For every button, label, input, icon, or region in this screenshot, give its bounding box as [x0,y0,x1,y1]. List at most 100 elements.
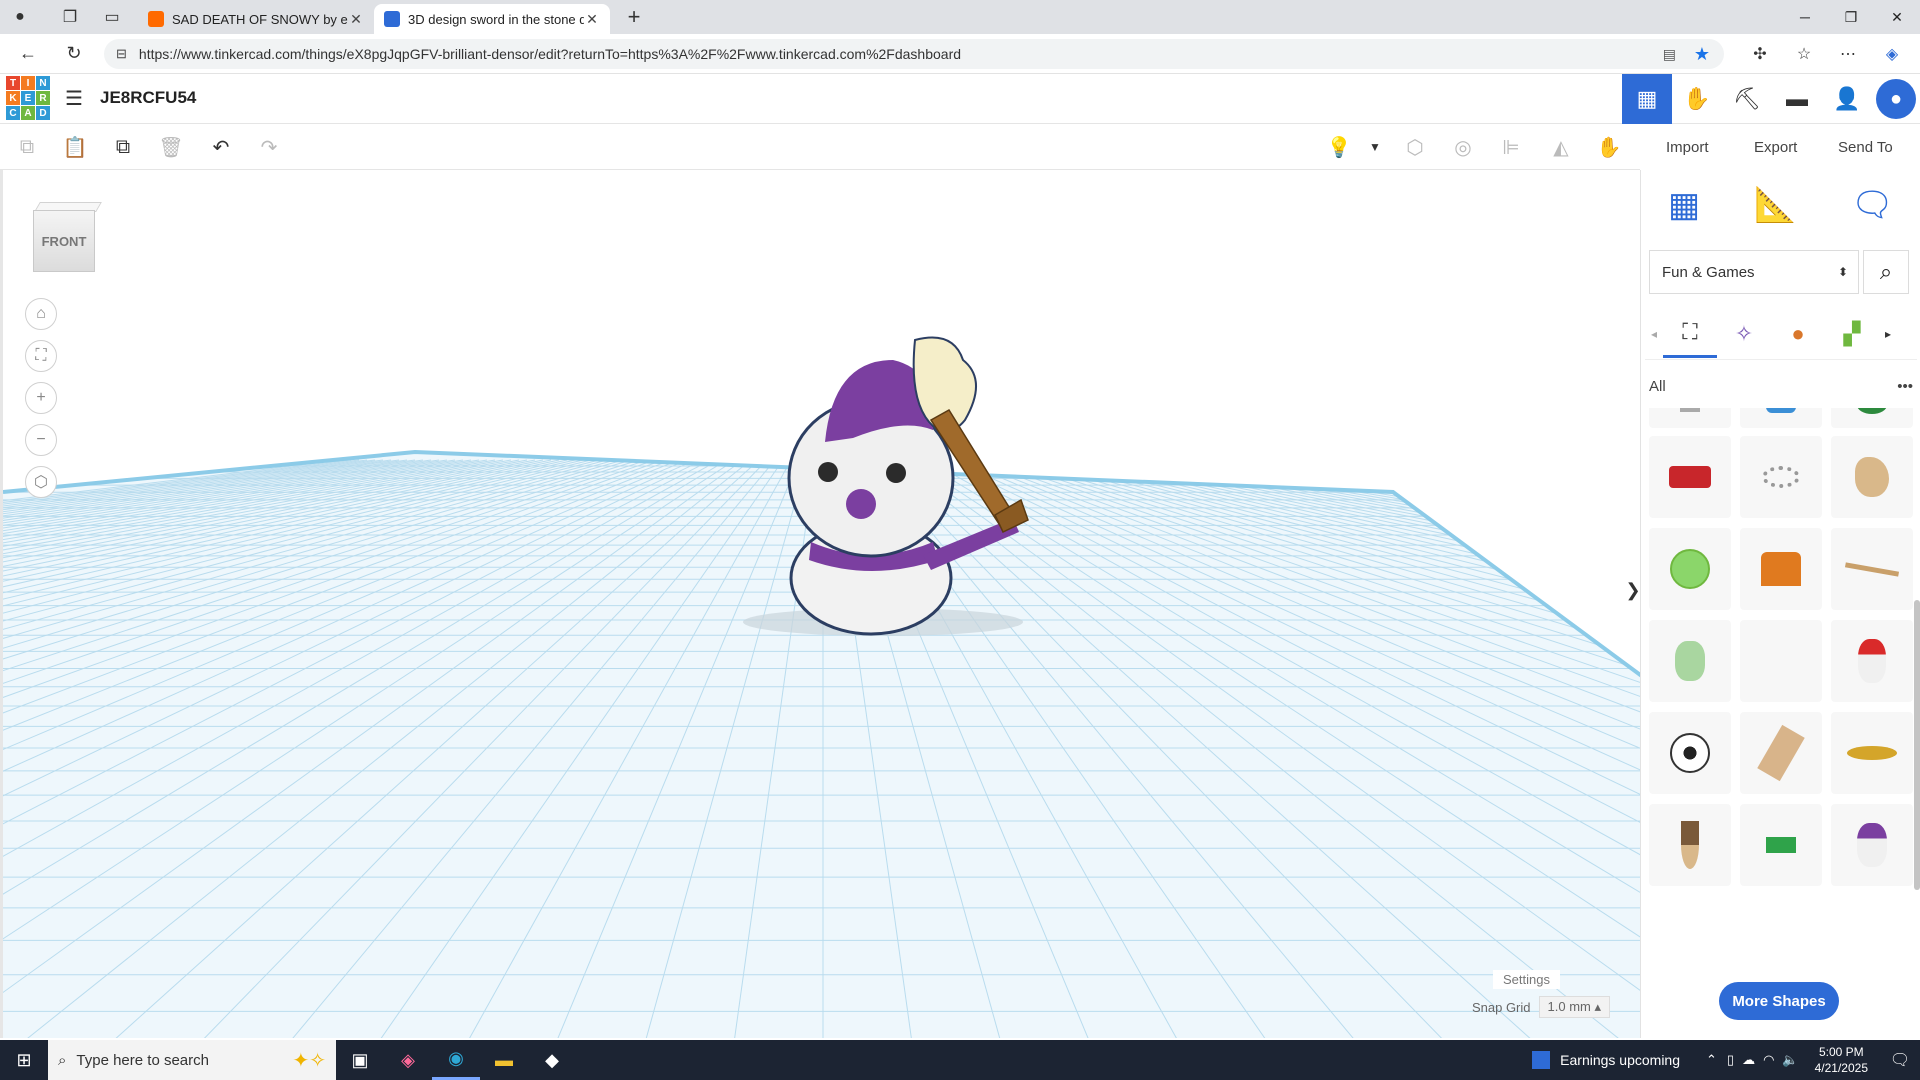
lessons-briefcase-icon[interactable]: ▬ [1772,74,1822,124]
shape-tile[interactable] [1831,804,1913,886]
ungroup-icon[interactable]: ◎ [1448,132,1478,162]
workspaces-icon[interactable]: ❐ [56,3,84,31]
tray-device-icon[interactable]: ▯ [1727,1052,1734,1068]
delete-icon[interactable]: 🗑 [156,132,186,162]
shape-tile[interactable] [1831,436,1913,518]
view-cube[interactable]: FRONT [33,202,102,274]
tab-sports[interactable]: ▞ [1825,310,1879,358]
notes-icon[interactable]: 🗨 [1851,185,1894,225]
profile-icon[interactable]: ● [6,3,34,31]
tray-chevron-icon[interactable]: ⌃ [1706,1052,1717,1068]
clock[interactable]: 5:00 PM 4/21/2025 [1815,1044,1868,1076]
shape-tile[interactable] [1649,804,1731,886]
mirror-icon[interactable]: ◭ [1546,132,1576,162]
shape-tile[interactable] [1740,620,1822,702]
shape-tile[interactable] [1740,804,1822,886]
url-field[interactable]: ⊟ https://www.tinkercad.com/things/eX8pg… [104,39,1724,69]
redo-icon[interactable]: ↷ [254,132,284,162]
refresh-icon[interactable]: ↻ [56,36,92,72]
send-to-button[interactable]: Send To [1824,132,1907,162]
shape-tile[interactable] [1831,528,1913,610]
taskbar-search[interactable]: ⌕ Type here to search ✦✧ [48,1040,336,1080]
duplicate-icon[interactable]: ⧉ [108,132,138,162]
design-title[interactable]: JE8RCFU54 [100,88,196,108]
shape-tile[interactable] [1831,620,1913,702]
back-icon[interactable]: ← [10,36,46,72]
news-widget[interactable]: Earnings upcoming [1532,1051,1680,1069]
shape-tile[interactable] [1831,712,1913,794]
close-window-icon[interactable]: ✕ [1874,0,1920,34]
start-icon[interactable]: ⊞ [0,1040,48,1080]
paste-icon[interactable]: 📋 [60,132,90,162]
cruise-icon[interactable]: ✋ [1594,132,1624,162]
more-options-icon[interactable]: ⋯ [1830,39,1866,69]
minimize-icon[interactable]: ─ [1782,0,1828,34]
volume-icon[interactable]: 🔈 [1782,1052,1798,1068]
design-list-icon[interactable]: ☰ [62,86,86,110]
blocks-pickaxe-icon[interactable]: ⛏ [1722,74,1772,124]
browser-tab-1[interactable]: SAD DEATH OF SNOWY by epic ra ✕ [138,4,374,34]
onedrive-icon[interactable]: ☁ [1742,1052,1755,1068]
shape-tile[interactable] [1649,408,1731,428]
view-cube-front[interactable]: FRONT [33,210,95,272]
3d-view-grid-icon[interactable]: ▦ [1622,74,1672,124]
site-info-icon[interactable]: ⊟ [116,46,127,62]
shape-tile[interactable] [1649,436,1731,518]
shape-tile[interactable] [1649,620,1731,702]
tinkercad-logo[interactable]: T I N K E R C A D [6,76,50,120]
shape-tile[interactable] [1649,712,1731,794]
shape-category-select[interactable]: Fun & Games ⬍ [1649,250,1859,294]
more-options-icon[interactable]: ••• [1897,378,1913,395]
tab-balls[interactable]: ● [1771,310,1825,358]
shape-tile[interactable] [1740,436,1822,518]
add-user-icon[interactable]: 👤 [1822,74,1872,124]
task-view-icon[interactable]: ▣ [336,1040,384,1080]
close-tab-icon[interactable]: ✕ [584,11,600,28]
export-button[interactable]: Export [1740,132,1811,162]
perspective-icon[interactable]: ⬡ [25,466,57,498]
settings-button[interactable]: Settings [1493,970,1560,989]
avatar[interactable]: ● [1876,79,1916,119]
light-bulb-icon[interactable]: 💡 [1324,132,1354,162]
sim-lab-icon[interactable]: ✋ [1672,74,1722,124]
workplane-viewport[interactable]: FRONT ⌂ ⛶ + − ⬡ Settings Snap Grid 1.0 m… [0,170,1640,1038]
extensions-icon[interactable]: ✣ [1742,39,1778,69]
close-tab-icon[interactable]: ✕ [348,11,364,28]
tab-actions-icon[interactable]: ▭ [98,3,126,31]
zoom-in-icon[interactable]: + [25,382,57,414]
copy-icon[interactable]: ⧉ [12,132,42,162]
dropdown-chevron-icon[interactable]: ▼ [1360,132,1390,162]
new-tab-button[interactable]: + [620,3,648,31]
app-diamond-icon[interactable]: ◆ [528,1040,576,1080]
scroll-left-icon[interactable]: ◂ [1645,310,1663,358]
home-view-icon[interactable]: ⌂ [25,298,57,330]
zoom-out-icon[interactable]: − [25,424,57,456]
search-icon[interactable]: ⌕ [1863,250,1909,294]
tab-all-shapes[interactable]: ⛶ [1663,310,1717,358]
panel-collapse-icon[interactable]: ❯ [1625,570,1640,610]
notification-icon[interactable]: 🗨 [1880,1050,1920,1070]
more-shapes-button[interactable]: More Shapes [1719,982,1839,1020]
copilot-icon[interactable]: ◈ [1874,39,1910,69]
immersive-reader-icon[interactable]: ▤ [1663,46,1676,63]
undo-icon[interactable]: ↶ [206,132,236,162]
shape-tile[interactable] [1649,528,1731,610]
tab-wands[interactable]: ✧ [1717,310,1771,358]
scroll-right-icon[interactable]: ▸ [1879,310,1897,358]
shape-tile[interactable] [1740,408,1822,428]
restore-icon[interactable]: ❐ [1828,0,1874,34]
workplane-icon[interactable]: ▦ [1668,185,1700,225]
file-explorer-icon[interactable]: ▬ [480,1040,528,1080]
align-icon[interactable]: ⊫ [1496,132,1526,162]
favorite-star-icon[interactable]: ★ [1694,44,1710,65]
shape-tile[interactable] [1740,528,1822,610]
panel-scrollbar[interactable] [1914,600,1920,890]
snap-grid-select[interactable]: 1.0 mm ▴ [1538,996,1610,1018]
group-icon[interactable]: ⬡ [1400,132,1430,162]
network-icon[interactable]: ◠ [1763,1052,1774,1068]
shape-tile[interactable] [1831,408,1913,428]
ruler-icon[interactable]: 📐 [1754,185,1796,225]
shape-tile[interactable] [1740,712,1822,794]
copilot-app-icon[interactable]: ◈ [384,1040,432,1080]
browser-tab-2[interactable]: 3D design sword in the stone dic ✕ [374,4,610,34]
